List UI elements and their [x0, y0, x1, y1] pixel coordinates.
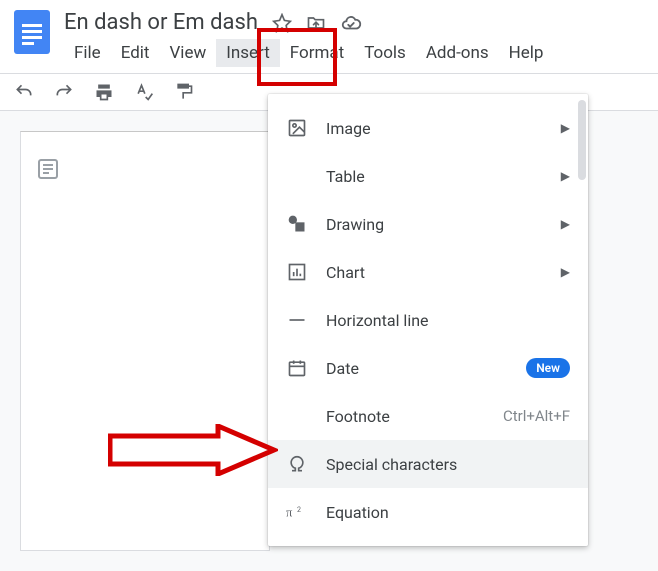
menu-label: Date — [326, 359, 508, 378]
omega-icon — [286, 453, 308, 475]
move-icon[interactable] — [306, 13, 326, 33]
chevron-right-icon: ▶ — [561, 217, 570, 231]
menu-label: Image — [326, 119, 543, 138]
menu-label: Horizontal line — [326, 311, 570, 330]
menu-help[interactable]: Help — [499, 39, 554, 67]
menu-item-image[interactable]: Image ▶ — [268, 104, 588, 152]
menu-insert[interactable]: Insert — [216, 39, 280, 67]
menu-label: Drawing — [326, 215, 543, 234]
document-title[interactable]: En dash or Em dash — [64, 10, 258, 35]
menu-format[interactable]: Format — [280, 39, 354, 67]
chevron-right-icon: ▶ — [561, 121, 570, 135]
redo-icon[interactable] — [54, 82, 74, 102]
equation-icon: π2 — [286, 501, 308, 523]
menu-file[interactable]: File — [64, 39, 111, 67]
menu-tools[interactable]: Tools — [354, 39, 416, 67]
star-icon[interactable] — [272, 13, 292, 33]
menu-label: Chart — [326, 263, 543, 282]
new-badge: New — [526, 358, 570, 378]
menu-item-drawing[interactable]: Drawing ▶ — [268, 200, 588, 248]
cloud-status-icon[interactable] — [340, 12, 362, 34]
menu-view[interactable]: View — [159, 39, 216, 67]
chart-icon — [286, 261, 308, 283]
menu-item-date[interactable]: Date New — [268, 344, 588, 392]
menu-addons[interactable]: Add-ons — [416, 39, 499, 67]
image-icon — [286, 117, 308, 139]
blank-icon — [286, 165, 308, 187]
chevron-right-icon: ▶ — [561, 169, 570, 183]
paint-format-icon[interactable] — [174, 82, 194, 102]
blank-icon — [286, 405, 308, 427]
menu-label: Footnote — [326, 407, 485, 426]
spellcheck-icon[interactable] — [134, 82, 154, 102]
print-icon[interactable] — [94, 82, 114, 102]
menu-label: Special characters — [326, 455, 570, 474]
chevron-right-icon: ▶ — [561, 265, 570, 279]
undo-icon[interactable] — [14, 82, 34, 102]
menu-item-special-characters[interactable]: Special characters — [268, 440, 588, 488]
menu-label: Equation — [326, 503, 570, 522]
scrollbar[interactable] — [578, 100, 586, 180]
menu-label: Table — [326, 167, 543, 186]
docs-logo[interactable] — [12, 8, 52, 56]
calendar-icon — [286, 357, 308, 379]
menu-item-footnote[interactable]: Footnote Ctrl+Alt+F — [268, 392, 588, 440]
menu-item-horizontal-line[interactable]: Horizontal line — [268, 296, 588, 344]
menu-item-equation[interactable]: π2 Equation — [268, 488, 588, 536]
drawing-icon — [286, 213, 308, 235]
outline-icon[interactable] — [36, 157, 60, 185]
menu-edit[interactable]: Edit — [111, 39, 160, 67]
svg-text:π: π — [286, 506, 293, 520]
insert-dropdown: Image ▶ Table ▶ Drawing ▶ Chart ▶ Horizo… — [268, 94, 588, 546]
menu-item-table[interactable]: Table ▶ — [268, 152, 588, 200]
menubar: File Edit View Insert Format Tools Add-o… — [64, 39, 646, 67]
horizontal-line-icon — [286, 309, 308, 331]
document-page[interactable] — [20, 131, 270, 551]
svg-text:2: 2 — [297, 505, 301, 514]
shortcut-text: Ctrl+Alt+F — [503, 407, 570, 425]
menu-item-chart[interactable]: Chart ▶ — [268, 248, 588, 296]
